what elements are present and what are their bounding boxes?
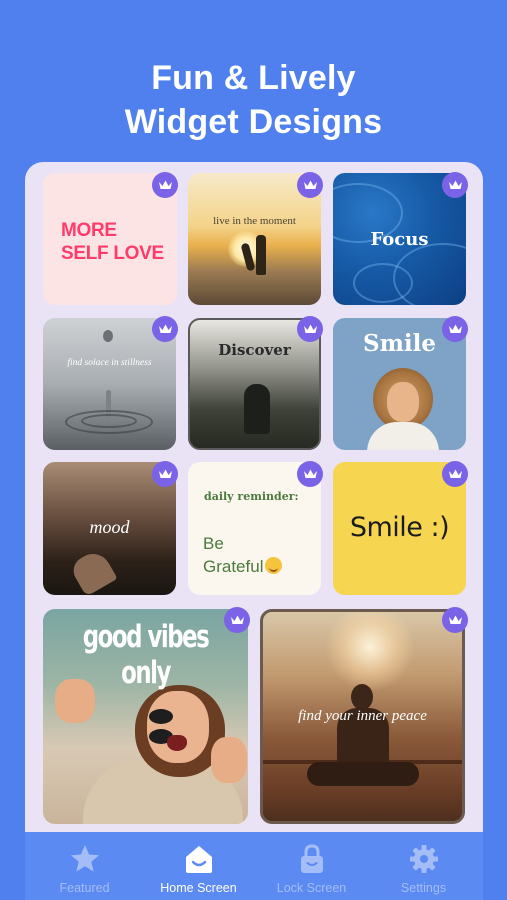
widget-text: live in the moment [213,215,296,227]
headline-line-1: Fun & Lively [151,59,356,97]
tab-featured[interactable]: Featured [27,832,142,900]
home-smile-icon [184,844,214,879]
crown-icon [297,172,323,198]
star-icon [70,844,100,878]
tab-lock-screen[interactable]: Lock Screen [254,832,369,900]
water-ring [65,410,153,434]
widget-text: MORE [61,220,117,241]
sunlight-image [325,612,415,692]
water-drop-image [103,330,113,342]
tab-settings[interactable]: Settings [366,832,481,900]
sunglasses-image [149,709,207,744]
widget-text: find solace in stillness [67,358,152,368]
widget-title: daily reminder: [204,490,299,503]
tab-label: Home Screen [160,881,237,895]
mouth-image [167,735,187,751]
crown-icon [442,607,468,633]
hand-image [68,547,118,595]
crown-icon [297,461,323,487]
surfer-image [256,235,266,275]
crown-icon [152,172,178,198]
widget-text: Smile :) [349,512,450,543]
face-image [387,382,419,422]
body-image [367,422,439,450]
meditator-legs-image [307,762,419,786]
widget-text: Grateful [203,557,264,576]
headline-line-2: Widget Designs [124,103,383,141]
peace-hand-image [211,737,247,783]
widget-find-your-inner-peace[interactable]: find your inner peace [260,609,465,824]
meditator-head-image [351,684,373,710]
widget-text: SELF LOVE [61,243,164,264]
tab-label: Featured [59,881,110,895]
crown-icon [152,461,178,487]
crown-icon [152,316,178,342]
crown-icon [224,607,250,633]
tab-home-screen[interactable]: Home Screen [141,832,256,900]
widget-text: Focus [370,229,429,250]
widget-text: find your inner peace [298,708,427,724]
tab-label: Settings [400,881,447,895]
relieved-face-icon [265,557,283,574]
crown-icon [442,172,468,198]
lock-icon [299,844,325,879]
face-image [147,691,209,763]
water-ripple [353,263,413,303]
widget-text: Be [203,534,224,553]
widget-good-vibes-only[interactable]: good vibes only [43,609,248,824]
widget-text: good vibes only [82,619,210,691]
widget-text: Discover [218,341,291,359]
crown-icon [442,461,468,487]
crown-icon [297,316,323,342]
headline: Fun & Lively Widget Designs [0,56,507,144]
hiker-image [244,384,270,434]
tab-label: Lock Screen [276,881,347,895]
gear-icon [409,844,439,879]
widget-text: mood [89,517,130,537]
crown-icon [442,316,468,342]
tab-bar: Featured Home Screen Lock Screen Setting… [25,832,483,900]
